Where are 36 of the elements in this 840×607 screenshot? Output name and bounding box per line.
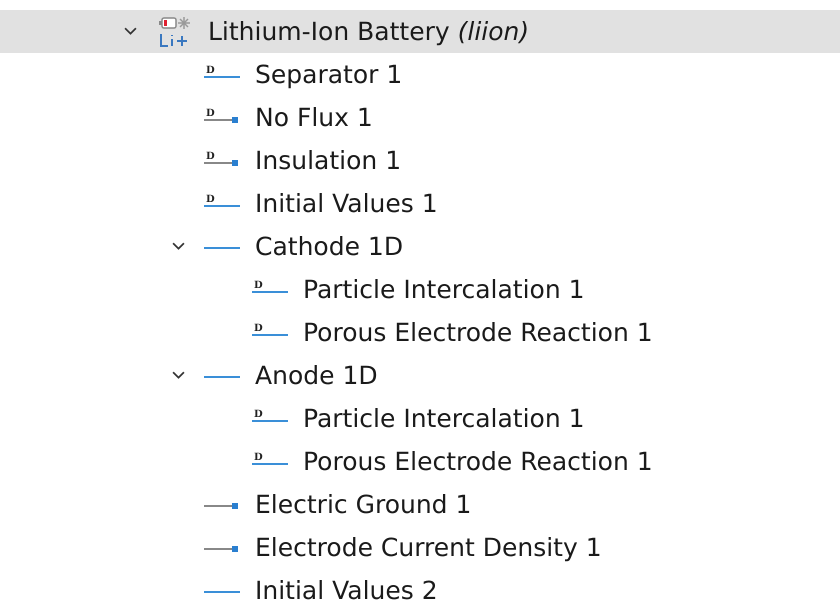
tree-row[interactable]: Electric Ground 1 bbox=[0, 483, 840, 526]
chevron-down-icon[interactable] bbox=[172, 242, 185, 251]
tree-item-label: Particle Intercalation 1 bbox=[303, 275, 585, 304]
tree-row[interactable]: Electrode Current Density 1 bbox=[0, 526, 840, 569]
tree-item-label: Porous Electrode Reaction 1 bbox=[303, 447, 653, 476]
tree-item-label: No Flux 1 bbox=[255, 103, 373, 132]
tree-row[interactable]: D Porous Electrode Reaction 1 bbox=[0, 440, 840, 483]
tree-row[interactable]: Initial Values 2 bbox=[0, 569, 840, 607]
tree-item-label: Electrode Current Density 1 bbox=[255, 533, 602, 562]
tree-item-label: Insulation 1 bbox=[255, 146, 402, 175]
tree-item-label: Initial Values 2 bbox=[255, 576, 438, 605]
tree-row[interactable]: D Porous Electrode Reaction 1 bbox=[0, 311, 840, 354]
tree-item-label: Porous Electrode Reaction 1 bbox=[303, 318, 653, 347]
tree-row[interactable]: Cathode 1D bbox=[0, 225, 840, 268]
tree-row[interactable]: D Particle Intercalation 1 bbox=[0, 268, 840, 311]
tree-row[interactable]: D Insulation 1 bbox=[0, 139, 840, 182]
tree-item-label: Electric Ground 1 bbox=[255, 490, 472, 519]
tree-row[interactable]: D No Flux 1 bbox=[0, 96, 840, 139]
chevron-down-icon[interactable] bbox=[124, 27, 137, 36]
tree-item-label: Separator 1 bbox=[255, 60, 402, 89]
tree-row[interactable]: D Initial Values 1 bbox=[0, 182, 840, 225]
tree-item-label: Anode 1D bbox=[255, 361, 378, 390]
line-point-icon bbox=[204, 502, 240, 508]
tree-item-label: Particle Intercalation 1 bbox=[303, 404, 585, 433]
tree-row[interactable]: D Separator 1 bbox=[0, 53, 840, 96]
tree-row[interactable]: Lithium-Ion Battery (liion) bbox=[0, 10, 840, 53]
chevron-down-icon[interactable] bbox=[172, 371, 185, 380]
tree-item-label: Lithium-Ion Battery (liion) bbox=[208, 17, 530, 46]
tree-row[interactable]: D Particle Intercalation 1 bbox=[0, 397, 840, 440]
tree-row[interactable]: Anode 1D bbox=[0, 354, 840, 397]
line-icon bbox=[204, 244, 240, 250]
line-icon bbox=[204, 374, 240, 380]
line-point-icon bbox=[204, 546, 240, 552]
tree-item-label: Cathode 1D bbox=[255, 232, 404, 261]
line-icon bbox=[204, 588, 240, 594]
tree-item-label: Initial Values 1 bbox=[255, 189, 438, 218]
